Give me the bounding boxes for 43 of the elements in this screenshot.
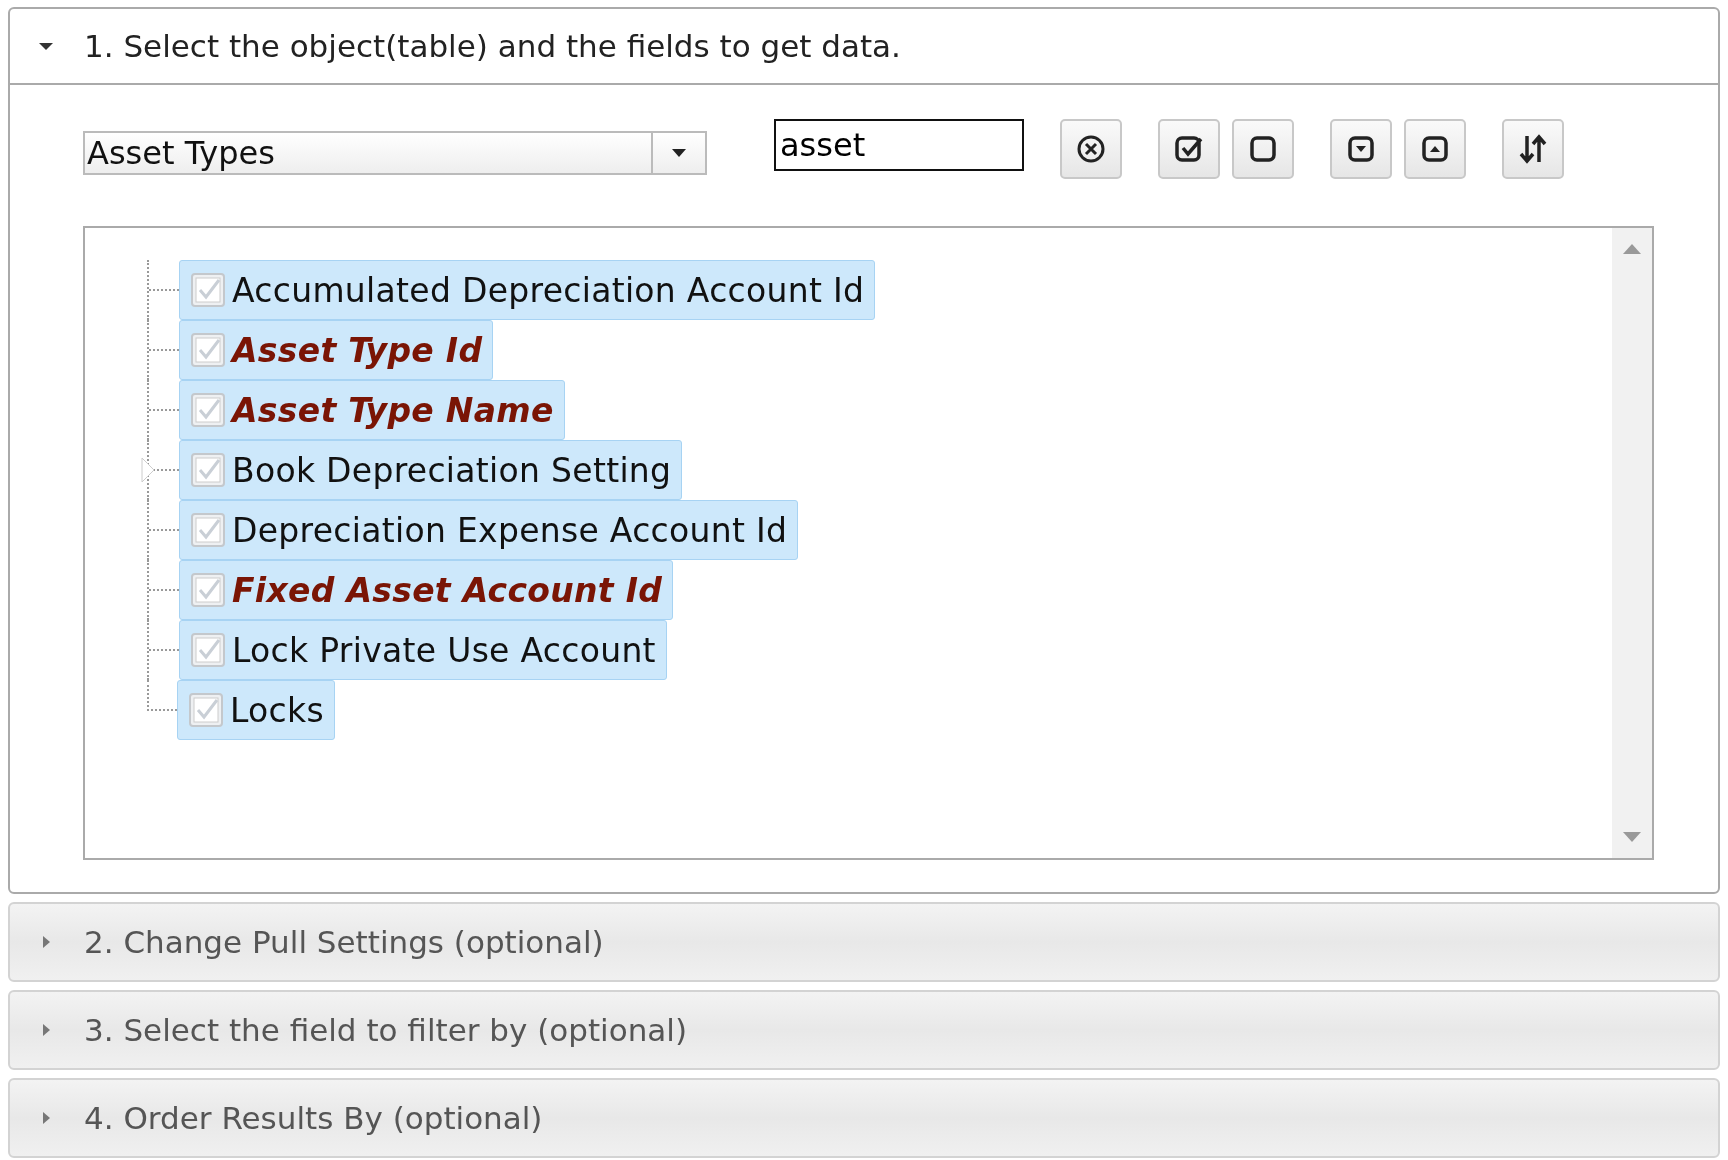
section-title: 2. Change Pull Settings (optional)	[84, 924, 604, 960]
search-field[interactable]: asset	[774, 119, 1024, 171]
checkbox[interactable]	[188, 692, 224, 728]
sort-button[interactable]	[1502, 119, 1564, 179]
tree-item[interactable]: Asset Type Name	[179, 380, 565, 440]
checked-square-icon	[1173, 133, 1205, 165]
collapse-button[interactable]	[1404, 119, 1466, 179]
accordion-header[interactable]: 3. Select the field to filter by (optional)	[10, 992, 1718, 1068]
check-all-button[interactable]	[1158, 119, 1220, 179]
scroll-up-icon[interactable]	[1623, 244, 1641, 254]
scroll-down-icon[interactable]	[1623, 832, 1641, 842]
tree-item[interactable]: Locks	[177, 680, 335, 740]
accordion-header[interactable]: 1. Select the object(table) and the fields to get data.	[10, 9, 1718, 85]
accordion-header[interactable]: 4. Order Results By (optional)	[10, 1080, 1718, 1156]
checkbox[interactable]	[190, 392, 226, 428]
tree-item[interactable]: Book Depreciation Setting	[179, 440, 683, 500]
checkbox[interactable]	[190, 272, 226, 308]
checkbox[interactable]	[190, 632, 226, 668]
square-up-icon	[1419, 133, 1451, 165]
dropdown-arrow-icon	[672, 149, 686, 157]
object-dropdown[interactable]: Asset Types	[83, 131, 707, 175]
accordion-header[interactable]: 2. Change Pull Settings (optional)	[10, 904, 1718, 980]
section-title: 1. Select the object(table) and the fields to get data.	[84, 28, 901, 64]
tree-item[interactable]: Lock Private Use Account	[179, 620, 667, 680]
checkbox[interactable]	[190, 512, 226, 548]
clear-button[interactable]	[1060, 119, 1122, 179]
sort-arrows-icon	[1517, 133, 1549, 165]
checkbox[interactable]	[190, 332, 226, 368]
tree-item[interactable]: Depreciation Expense Account Id	[179, 500, 799, 560]
tree-item[interactable]: Accumulated Depreciation Account Id	[179, 260, 876, 320]
section-title: 4. Order Results By (optional)	[84, 1100, 543, 1136]
tree-item[interactable]: Fixed Asset Account Id	[179, 560, 674, 620]
uncheck-all-button[interactable]	[1232, 119, 1294, 179]
expand-button[interactable]	[1330, 119, 1392, 179]
checkbox[interactable]	[190, 452, 226, 488]
checkbox[interactable]	[190, 572, 226, 608]
section-title: 3. Select the field to filter by (optional)	[84, 1012, 688, 1048]
square-icon	[1247, 133, 1279, 165]
close-circle-icon	[1075, 133, 1107, 165]
scrollbar[interactable]	[1612, 228, 1652, 858]
tree-item[interactable]: Asset Type Id	[179, 320, 494, 380]
square-down-icon	[1345, 133, 1377, 165]
expand-arrow-icon[interactable]	[141, 457, 155, 483]
